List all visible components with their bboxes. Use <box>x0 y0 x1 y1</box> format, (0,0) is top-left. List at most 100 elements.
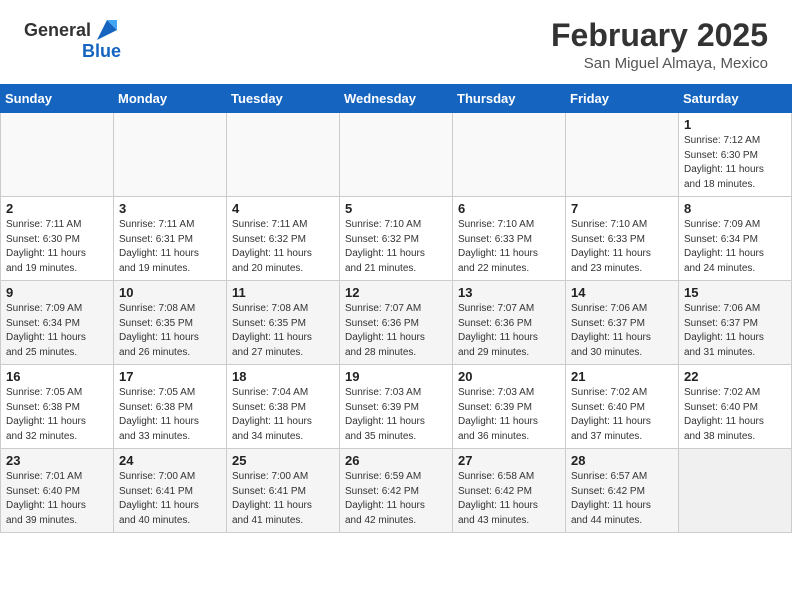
day-number: 25 <box>232 453 334 468</box>
day-info: Sunrise: 7:04 AM Sunset: 6:38 PM Dayligh… <box>232 386 334 444</box>
calendar-day-cell: 11 Sunrise: 7:08 AM Sunset: 6:35 PM Dayli… <box>227 281 340 365</box>
day-number: 2 <box>6 201 108 216</box>
day-info: Sunrise: 7:00 AM Sunset: 6:41 PM Dayligh… <box>119 470 221 528</box>
col-header-sunday: Sunday <box>1 85 114 113</box>
calendar-table: SundayMondayTuesdayWednesdayThursdayFrid… <box>0 84 792 533</box>
col-header-tuesday: Tuesday <box>227 85 340 113</box>
calendar-week-row: 9 Sunrise: 7:09 AM Sunset: 6:34 PM Daylig… <box>1 281 792 365</box>
day-info: Sunrise: 7:01 AM Sunset: 6:40 PM Dayligh… <box>6 470 108 528</box>
day-number: 11 <box>232 285 334 300</box>
calendar-day-cell: 4 Sunrise: 7:11 AM Sunset: 6:32 PM Daylig… <box>227 197 340 281</box>
calendar-day-cell <box>114 113 227 197</box>
day-info: Sunrise: 7:05 AM Sunset: 6:38 PM Dayligh… <box>6 386 108 444</box>
calendar-day-cell: 22Sunrise: 7:02 AM Sunset: 6:40 PM Dayli… <box>679 365 792 449</box>
calendar-day-cell: 13 Sunrise: 7:07 AM Sunset: 6:36 PM Dayli… <box>453 281 566 365</box>
day-number: 3 <box>119 201 221 216</box>
calendar-day-cell <box>1 113 114 197</box>
logo-general-text: General <box>24 21 91 41</box>
day-number: 26 <box>345 453 447 468</box>
calendar-day-cell <box>679 449 792 533</box>
day-info: Sunrise: 6:59 AM Sunset: 6:42 PM Dayligh… <box>345 470 447 528</box>
logo-blue-text: Blue <box>82 42 121 62</box>
day-info: Sunrise: 7:08 AM Sunset: 6:35 PM Dayligh… <box>119 302 221 360</box>
day-info: Sunrise: 7:10 AM Sunset: 6:33 PM Dayligh… <box>458 218 560 276</box>
calendar-day-cell: 20 Sunrise: 7:03 AM Sunset: 6:39 PM Dayli… <box>453 365 566 449</box>
calendar-day-cell: 21 Sunrise: 7:02 AM Sunset: 6:40 PM Dayli… <box>566 365 679 449</box>
day-number: 16 <box>6 369 108 384</box>
page: General Blue February 2025 San Miguel Al… <box>0 0 792 612</box>
logo: General Blue <box>24 18 121 62</box>
calendar-day-cell: 3 Sunrise: 7:11 AM Sunset: 6:31 PM Daylig… <box>114 197 227 281</box>
day-number: 10 <box>119 285 221 300</box>
day-number: 1 <box>684 117 786 132</box>
calendar-day-cell: 14 Sunrise: 7:06 AM Sunset: 6:37 PM Dayli… <box>566 281 679 365</box>
calendar-day-cell: 27 Sunrise: 6:58 AM Sunset: 6:42 PM Dayli… <box>453 449 566 533</box>
day-number: 7 <box>571 201 673 216</box>
day-info: Sunrise: 7:03 AM Sunset: 6:39 PM Dayligh… <box>345 386 447 444</box>
day-number: 9 <box>6 285 108 300</box>
day-info: Sunrise: 7:06 AM Sunset: 6:37 PM Dayligh… <box>571 302 673 360</box>
calendar-day-cell: 2 Sunrise: 7:11 AM Sunset: 6:30 PM Daylig… <box>1 197 114 281</box>
col-header-friday: Friday <box>566 85 679 113</box>
day-info: Sunrise: 6:57 AM Sunset: 6:42 PM Dayligh… <box>571 470 673 528</box>
calendar-day-cell: 26 Sunrise: 6:59 AM Sunset: 6:42 PM Dayli… <box>340 449 453 533</box>
day-number: 4 <box>232 201 334 216</box>
day-number: 27 <box>458 453 560 468</box>
calendar-week-row: 23 Sunrise: 7:01 AM Sunset: 6:40 PM Dayli… <box>1 449 792 533</box>
day-info: Sunrise: 7:07 AM Sunset: 6:36 PM Dayligh… <box>458 302 560 360</box>
day-info: Sunrise: 7:03 AM Sunset: 6:39 PM Dayligh… <box>458 386 560 444</box>
header: General Blue February 2025 San Miguel Al… <box>0 0 792 80</box>
day-number: 19 <box>345 369 447 384</box>
calendar-day-cell: 5 Sunrise: 7:10 AM Sunset: 6:32 PM Daylig… <box>340 197 453 281</box>
day-info: Sunrise: 7:11 AM Sunset: 6:32 PM Dayligh… <box>232 218 334 276</box>
calendar-day-cell: 18 Sunrise: 7:04 AM Sunset: 6:38 PM Dayli… <box>227 365 340 449</box>
day-number: 15 <box>684 285 786 300</box>
location: San Miguel Almaya, Mexico <box>551 55 768 72</box>
day-number: 18 <box>232 369 334 384</box>
calendar-day-cell: 1 Sunrise: 7:12 AM Sunset: 6:30 PM Daylig… <box>679 113 792 197</box>
day-number: 13 <box>458 285 560 300</box>
calendar-week-row: 1 Sunrise: 7:12 AM Sunset: 6:30 PM Daylig… <box>1 113 792 197</box>
day-number: 5 <box>345 201 447 216</box>
calendar-day-cell <box>340 113 453 197</box>
calendar-day-cell: 24 Sunrise: 7:00 AM Sunset: 6:41 PM Dayli… <box>114 449 227 533</box>
day-info: Sunrise: 7:11 AM Sunset: 6:30 PM Dayligh… <box>6 218 108 276</box>
col-header-thursday: Thursday <box>453 85 566 113</box>
day-info: Sunrise: 7:12 AM Sunset: 6:30 PM Dayligh… <box>684 134 786 192</box>
calendar-day-cell <box>227 113 340 197</box>
month-year: February 2025 <box>551 18 768 53</box>
calendar-day-cell: 25 Sunrise: 7:00 AM Sunset: 6:41 PM Dayli… <box>227 449 340 533</box>
day-number: 20 <box>458 369 560 384</box>
calendar-day-cell: 23 Sunrise: 7:01 AM Sunset: 6:40 PM Dayli… <box>1 449 114 533</box>
calendar-day-cell: 12Sunrise: 7:07 AM Sunset: 6:36 PM Dayli… <box>340 281 453 365</box>
day-number: 23 <box>6 453 108 468</box>
col-header-monday: Monday <box>114 85 227 113</box>
day-number: 17 <box>119 369 221 384</box>
calendar-day-cell: 9 Sunrise: 7:09 AM Sunset: 6:34 PM Daylig… <box>1 281 114 365</box>
calendar-week-row: 2 Sunrise: 7:11 AM Sunset: 6:30 PM Daylig… <box>1 197 792 281</box>
title-block: February 2025 San Miguel Almaya, Mexico <box>551 18 768 72</box>
calendar-day-cell: 28 Sunrise: 6:57 AM Sunset: 6:42 PM Dayli… <box>566 449 679 533</box>
day-info: Sunrise: 7:09 AM Sunset: 6:34 PM Dayligh… <box>6 302 108 360</box>
calendar-day-cell: 7Sunrise: 7:10 AM Sunset: 6:33 PM Daylig… <box>566 197 679 281</box>
calendar-day-cell <box>453 113 566 197</box>
day-info: Sunrise: 7:02 AM Sunset: 6:40 PM Dayligh… <box>571 386 673 444</box>
day-number: 24 <box>119 453 221 468</box>
day-number: 21 <box>571 369 673 384</box>
day-info: Sunrise: 6:58 AM Sunset: 6:42 PM Dayligh… <box>458 470 560 528</box>
day-number: 28 <box>571 453 673 468</box>
calendar-day-cell <box>566 113 679 197</box>
day-info: Sunrise: 7:05 AM Sunset: 6:38 PM Dayligh… <box>119 386 221 444</box>
calendar-day-cell: 19 Sunrise: 7:03 AM Sunset: 6:39 PM Dayli… <box>340 365 453 449</box>
logo-icon <box>93 16 121 44</box>
day-number: 6 <box>458 201 560 216</box>
day-number: 14 <box>571 285 673 300</box>
calendar-header-row: SundayMondayTuesdayWednesdayThursdayFrid… <box>1 85 792 113</box>
day-info: Sunrise: 7:11 AM Sunset: 6:31 PM Dayligh… <box>119 218 221 276</box>
day-info: Sunrise: 7:08 AM Sunset: 6:35 PM Dayligh… <box>232 302 334 360</box>
day-info: Sunrise: 7:10 AM Sunset: 6:32 PM Dayligh… <box>345 218 447 276</box>
calendar-week-row: 16 Sunrise: 7:05 AM Sunset: 6:38 PM Dayli… <box>1 365 792 449</box>
calendar-day-cell: 16 Sunrise: 7:05 AM Sunset: 6:38 PM Dayli… <box>1 365 114 449</box>
day-info: Sunrise: 7:00 AM Sunset: 6:41 PM Dayligh… <box>232 470 334 528</box>
day-number: 12 <box>345 285 447 300</box>
